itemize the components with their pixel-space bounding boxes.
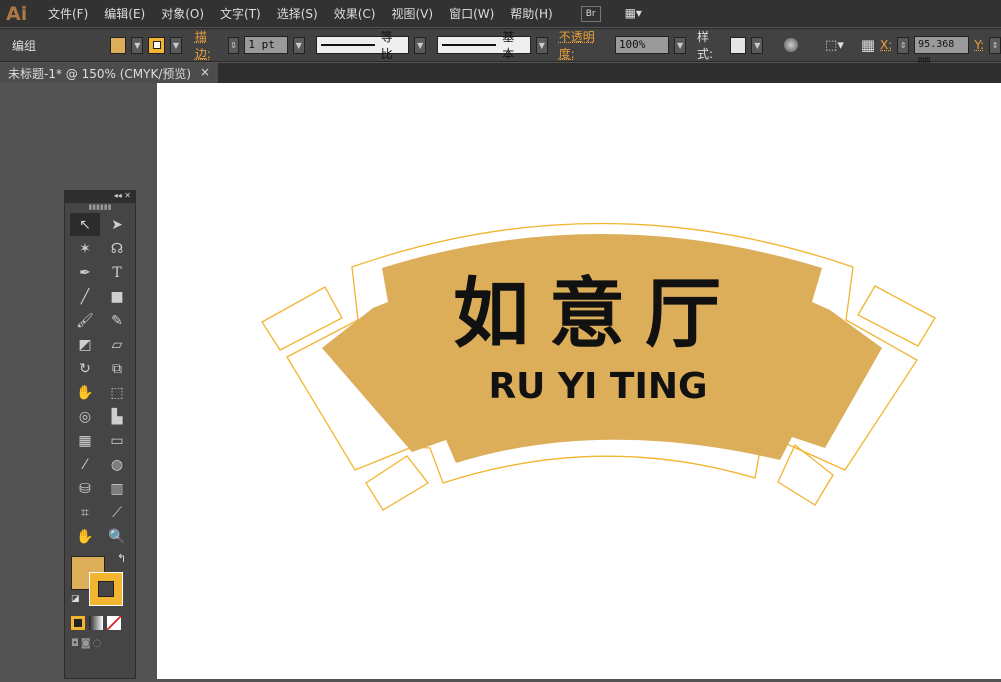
- stroke-weight-dropdown[interactable]: ▼: [292, 36, 305, 54]
- magic-wand-tool-icon[interactable]: ✶: [70, 237, 100, 260]
- slice-tool-icon[interactable]: ⟋: [102, 501, 132, 524]
- default-colors-icon[interactable]: ◪: [71, 594, 80, 604]
- document-tab-bar: 未标题-1* @ 150% (CMYK/预览) ×: [0, 63, 1001, 83]
- align-icon[interactable]: ⬚▾: [825, 38, 844, 53]
- fan-logo-artwork[interactable]: 如意厅 RU YI TING: [157, 83, 1001, 679]
- reference-point-icon[interactable]: ▦: [861, 36, 875, 54]
- corner-square-bottom-right: [777, 443, 834, 506]
- y-stepper[interactable]: ⇕: [989, 36, 1001, 54]
- mesh-tool-icon[interactable]: ▦: [70, 429, 100, 452]
- line-tool-icon[interactable]: ╱: [70, 285, 100, 308]
- stroke-color-box[interactable]: [89, 572, 123, 606]
- hand-tool-icon[interactable]: ✋: [70, 525, 100, 548]
- menu-help[interactable]: 帮助(H): [502, 5, 560, 22]
- free-transform-tool-icon[interactable]: ⬚: [102, 381, 132, 404]
- draw-mode-buttons: ◘ ◙ ◌: [65, 634, 135, 653]
- artboard-tool-icon[interactable]: ⌗: [70, 501, 100, 524]
- document-tab[interactable]: 未标题-1* @ 150% (CMYK/预览) ×: [0, 63, 218, 83]
- corner-square-bottom-left: [365, 455, 429, 511]
- blob-brush-tool-icon[interactable]: ◩: [70, 333, 100, 356]
- stroke-swatch[interactable]: [148, 36, 166, 54]
- fill-dropdown[interactable]: ▼: [131, 36, 144, 54]
- style-label: 样式:: [697, 30, 714, 61]
- menu-effect[interactable]: 效果(C): [326, 5, 384, 22]
- artboard-canvas[interactable]: 如意厅 RU YI TING: [157, 83, 1001, 679]
- column-graph-tool-icon[interactable]: ▥: [102, 477, 132, 500]
- pen-tool-icon[interactable]: ✒: [70, 261, 100, 284]
- menu-edit[interactable]: 编辑(E): [96, 5, 153, 22]
- blend-tool-icon[interactable]: ◍: [102, 453, 132, 476]
- pencil-tool-icon[interactable]: ✎: [102, 309, 132, 332]
- menu-view[interactable]: 视图(V): [383, 5, 441, 22]
- brush-definition[interactable]: 基本: [437, 30, 531, 61]
- draw-behind-icon[interactable]: ◙: [81, 638, 91, 649]
- rectangle-tool-icon[interactable]: ■: [102, 285, 132, 308]
- draw-normal-icon[interactable]: ◘: [71, 638, 79, 649]
- brush-label: 基本: [502, 30, 515, 61]
- x-input[interactable]: 95.368 mm: [914, 36, 970, 66]
- x-label: X:: [880, 38, 893, 52]
- eraser-tool-icon[interactable]: ▱: [102, 333, 132, 356]
- corner-square-top-right: [857, 285, 936, 347]
- scale-tool-icon[interactable]: ⧉: [102, 357, 132, 380]
- brush-dropdown[interactable]: ▼: [535, 36, 548, 54]
- logo-title-english: RU YI TING: [488, 366, 707, 407]
- menu-type[interactable]: 文字(T): [212, 5, 269, 22]
- gradient-mode-icon[interactable]: [89, 616, 103, 630]
- color-mode-icon[interactable]: [71, 616, 85, 630]
- draw-inside-icon[interactable]: ◌: [93, 638, 102, 649]
- bridge-button[interactable]: Br: [580, 5, 601, 22]
- tools-panel-header[interactable]: ◂◂ ✕: [65, 191, 135, 203]
- menu-window[interactable]: 窗口(W): [441, 5, 502, 22]
- stroke-weight-input[interactable]: 1 pt: [244, 36, 288, 54]
- style-swatch[interactable]: [729, 36, 747, 54]
- recolor-icon[interactable]: [784, 38, 799, 52]
- symbol-sprayer-tool-icon[interactable]: ⛁: [70, 477, 100, 500]
- shape-builder-tool-icon[interactable]: ◎: [70, 405, 100, 428]
- x-stepper[interactable]: ⇕: [897, 36, 910, 54]
- lasso-tool-icon[interactable]: ☊: [102, 237, 132, 260]
- stroke-stepper[interactable]: ⇕: [227, 36, 240, 54]
- stroke-label[interactable]: 描边:: [195, 28, 223, 62]
- stroke-dropdown[interactable]: ▼: [170, 36, 182, 54]
- fill-swatch[interactable]: [109, 36, 127, 54]
- corner-square-top-left: [261, 286, 343, 351]
- paintbrush-tool-icon[interactable]: 🖌: [70, 309, 100, 332]
- opacity-input[interactable]: 100%: [614, 36, 670, 54]
- menu-file[interactable]: 文件(F): [40, 5, 96, 22]
- eyedropper-tool-icon[interactable]: ⁄: [70, 453, 100, 476]
- color-mode-buttons: [65, 612, 135, 634]
- swap-colors-icon[interactable]: ↰: [117, 552, 126, 565]
- tools-panel: ◂◂ ✕ ▮▮▮▮▮▮ ↖ ➤ ✶ ☊ ✒ T ╱ ■ 🖌 ✎ ◩ ▱ ↻ ⧉ …: [64, 190, 136, 679]
- selection-label: 编组: [12, 38, 37, 53]
- menu-bar: Ai 文件(F) 编辑(E) 对象(O) 文字(T) 选择(S) 效果(C) 视…: [0, 0, 1001, 27]
- app-logo: Ai: [6, 2, 28, 25]
- type-tool-icon[interactable]: T: [102, 261, 132, 284]
- profile-dropdown[interactable]: ▼: [414, 36, 427, 54]
- style-dropdown[interactable]: ▼: [751, 36, 764, 54]
- opacity-label[interactable]: 不透明度:: [559, 28, 610, 62]
- gradient-tool-icon[interactable]: ▭: [102, 429, 132, 452]
- none-mode-icon[interactable]: [107, 616, 121, 630]
- zoom-tool-icon[interactable]: 🔍: [102, 525, 132, 548]
- direct-selection-tool-icon[interactable]: ➤: [102, 213, 132, 236]
- control-panel: 编组 ▼ ▼ 描边: ⇕ 1 pt ▼ 等比 ▼ 基本 ▼ 不透明度: 100% ▼ 样…: [0, 28, 1001, 66]
- menu-select[interactable]: 选择(S): [269, 5, 326, 22]
- rotate-tool-icon[interactable]: ↻: [70, 357, 100, 380]
- close-tab-icon[interactable]: ×: [200, 65, 210, 81]
- perspective-grid-tool-icon[interactable]: ▙: [102, 405, 132, 428]
- profile-label: 等比: [380, 30, 393, 61]
- workspace-button[interactable]: ▦▾: [621, 6, 646, 22]
- variable-width-profile[interactable]: 等比: [315, 30, 410, 61]
- selection-tool-icon[interactable]: ↖: [70, 213, 100, 236]
- document-tab-title: 未标题-1* @ 150% (CMYK/预览): [8, 67, 192, 81]
- warp-tool-icon[interactable]: ✋: [70, 381, 100, 404]
- menu-object[interactable]: 对象(O): [153, 5, 212, 22]
- fill-stroke-control: ↰ ◪: [65, 550, 135, 612]
- logo-title-chinese: 如意厅: [453, 269, 741, 358]
- y-label: Y:: [974, 38, 985, 52]
- opacity-dropdown[interactable]: ▼: [674, 36, 687, 54]
